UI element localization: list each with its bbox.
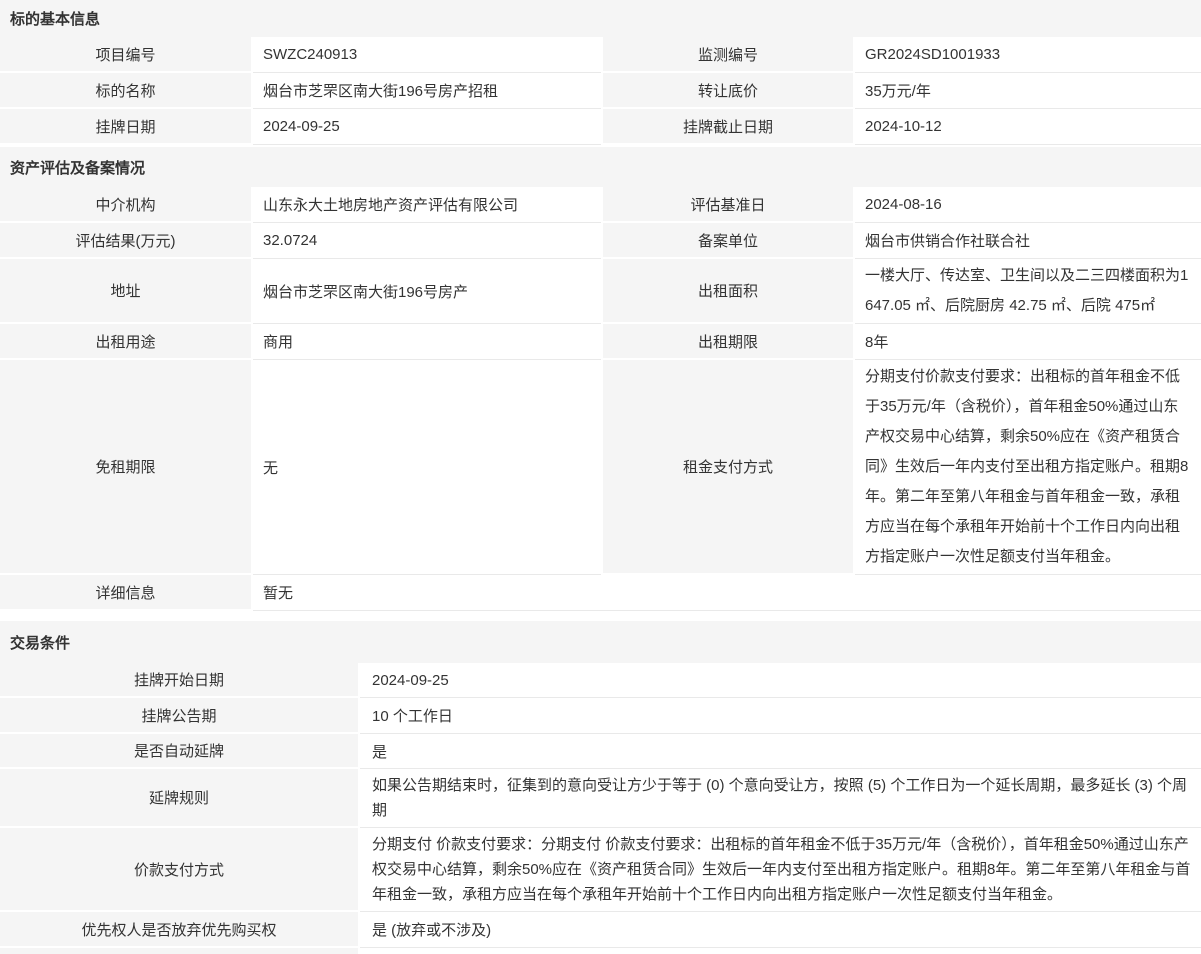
section-title-asset-assessment: 资产评估及备案情况 xyxy=(0,147,1201,187)
field-value: 2024-09-25 xyxy=(253,109,601,145)
field-label: 详细信息 xyxy=(0,575,253,611)
field-value xyxy=(360,948,1201,954)
field-label xyxy=(0,948,360,954)
section-title-transaction-conditions: 交易条件 xyxy=(0,621,1201,663)
field-label: 延牌规则 xyxy=(0,769,360,828)
field-label: 挂牌日期 xyxy=(0,109,253,145)
assessment-table: 中介机构 山东永大土地房地产资产评估有限公司 评估基准日 2024-08-16 … xyxy=(0,187,1201,611)
table-row: 中介机构 山东永大土地房地产资产评估有限公司 评估基准日 2024-08-16 xyxy=(0,187,1201,223)
field-value: 分期支付价款支付要求：出租标的首年租金不低于35万元/年（含税价），首年租金50… xyxy=(855,360,1201,575)
table-row: 价款支付方式 分期支付 价款支付要求：分期支付 价款支付要求：出租标的首年租金不… xyxy=(0,828,1201,912)
field-value: SWZC240913 xyxy=(253,37,601,73)
field-label: 出租面积 xyxy=(601,259,855,324)
field-label: 是否自动延牌 xyxy=(0,734,360,769)
field-value: 山东永大土地房地产资产评估有限公司 xyxy=(253,187,601,223)
field-value: 是 xyxy=(360,734,1201,769)
table-row: 挂牌日期 2024-09-25 挂牌截止日期 2024-10-12 xyxy=(0,109,1201,145)
field-label: 免租期限 xyxy=(0,360,253,575)
table-row: 地址 烟台市芝罘区南大街196号房产 出租面积 一楼大厅、传达室、卫生间以及二三… xyxy=(0,259,1201,324)
field-value: 分期支付 价款支付要求：分期支付 价款支付要求：出租标的首年租金不低于35万元/… xyxy=(360,828,1201,912)
table-row: 延牌规则 如果公告期结束时，征集到的意向受让方少于等于 (0) 个意向受让方，按… xyxy=(0,769,1201,828)
field-label: 出租用途 xyxy=(0,324,253,360)
field-label: 中介机构 xyxy=(0,187,253,223)
field-label: 评估结果(万元) xyxy=(0,223,253,259)
table-row: 挂牌公告期 10 个工作日 xyxy=(0,698,1201,734)
conditions-table: 挂牌开始日期 2024-09-25 挂牌公告期 10 个工作日 是否自动延牌 是… xyxy=(0,663,1201,954)
field-label: 挂牌公告期 xyxy=(0,698,360,734)
field-value: 烟台市芝罘区南大街196号房产招租 xyxy=(253,73,601,109)
table-row-cutoff xyxy=(0,948,1201,954)
field-value: 如果公告期结束时，征集到的意向受让方少于等于 (0) 个意向受让方，按照 (5)… xyxy=(360,769,1201,828)
table-row: 标的名称 烟台市芝罘区南大街196号房产招租 转让底价 35万元/年 xyxy=(0,73,1201,109)
table-row: 免租期限 无 租金支付方式 分期支付价款支付要求：出租标的首年租金不低于35万元… xyxy=(0,360,1201,575)
field-label: 标的名称 xyxy=(0,73,253,109)
field-label: 价款支付方式 xyxy=(0,828,360,912)
field-value: 无 xyxy=(253,360,601,575)
field-label: 评估基准日 xyxy=(601,187,855,223)
field-value: 2024-08-16 xyxy=(855,187,1201,223)
field-label: 转让底价 xyxy=(601,73,855,109)
field-value: 一楼大厅、传达室、卫生间以及二三四楼面积为1647.05 ㎡、后院厨房 42.7… xyxy=(855,259,1201,324)
field-label: 挂牌开始日期 xyxy=(0,663,360,698)
field-label: 出租期限 xyxy=(601,324,855,360)
table-row: 项目编号 SWZC240913 监测编号 GR2024SD1001933 xyxy=(0,37,1201,73)
field-label: 备案单位 xyxy=(601,223,855,259)
table-row: 优先权人是否放弃优先购买权 是 (放弃或不涉及) xyxy=(0,912,1201,948)
table-row: 详细信息 暂无 xyxy=(0,575,1201,611)
field-value: 2024-10-12 xyxy=(855,109,1201,145)
field-value: 2024-09-25 xyxy=(360,663,1201,698)
field-label: 项目编号 xyxy=(0,37,253,73)
field-value: 烟台市芝罘区南大街196号房产 xyxy=(253,259,601,324)
field-label: 地址 xyxy=(0,259,253,324)
field-value: 暂无 xyxy=(253,575,1201,611)
field-value: 10 个工作日 xyxy=(360,698,1201,734)
field-value: 35万元/年 xyxy=(855,73,1201,109)
table-row: 评估结果(万元) 32.0724 备案单位 烟台市供销合作社联合社 xyxy=(0,223,1201,259)
table-row: 挂牌开始日期 2024-09-25 xyxy=(0,663,1201,698)
table-row: 是否自动延牌 是 xyxy=(0,734,1201,769)
field-label: 优先权人是否放弃优先购买权 xyxy=(0,912,360,948)
field-value: 8年 xyxy=(855,324,1201,360)
field-value: 是 (放弃或不涉及) xyxy=(360,912,1201,948)
field-label: 监测编号 xyxy=(601,37,855,73)
basic-info-table: 项目编号 SWZC240913 监测编号 GR2024SD1001933 标的名… xyxy=(0,37,1201,145)
field-value: 商用 xyxy=(253,324,601,360)
field-value: GR2024SD1001933 xyxy=(855,37,1201,73)
field-label: 租金支付方式 xyxy=(601,360,855,575)
table-row: 出租用途 商用 出租期限 8年 xyxy=(0,324,1201,360)
field-value: 烟台市供销合作社联合社 xyxy=(855,223,1201,259)
field-value: 32.0724 xyxy=(253,223,601,259)
section-title-basic-info: 标的基本信息 xyxy=(0,0,1201,37)
field-label: 挂牌截止日期 xyxy=(601,109,855,145)
